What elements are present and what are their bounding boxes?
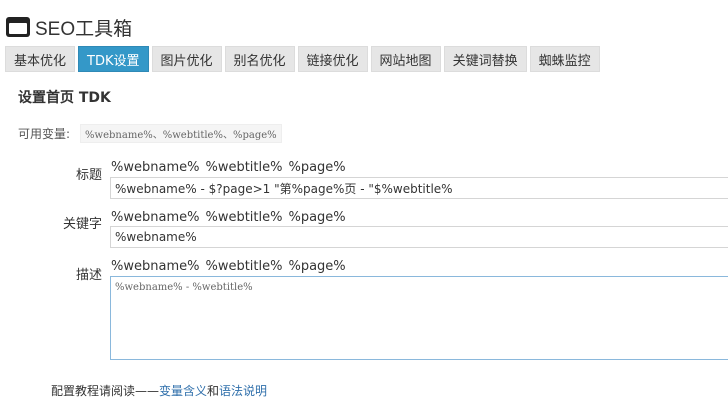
available-variables-code: %webname%、%webtitle%、%page%	[80, 124, 282, 143]
tab-basic-optimization[interactable]: 基本优化	[5, 46, 76, 72]
app-header: SEO工具箱	[6, 14, 132, 40]
description-chip-webtitle[interactable]: %webtitle%	[205, 259, 282, 274]
description-chip-page[interactable]: %page%	[288, 259, 345, 274]
description-label: 描述	[75, 268, 102, 283]
tab-tdk-settings[interactable]: TDK设置	[78, 46, 149, 72]
description-variable-chips: %webname% %webtitle% %page%	[111, 259, 346, 274]
tab-image-optimization[interactable]: 图片优化	[151, 46, 222, 72]
title-chip-webtitle[interactable]: %webtitle%	[205, 160, 282, 175]
available-variables: 可用变量: %webname%、%webtitle%、%page%	[18, 124, 282, 143]
footer-note-prefix: 配置教程请阅读——	[51, 384, 160, 398]
keywords-chip-page[interactable]: %page%	[288, 210, 345, 225]
title-variable-chips: %webname% %webtitle% %page%	[111, 160, 346, 175]
syntax-help-link[interactable]: 语法说明	[219, 384, 267, 398]
keywords-variable-chips: %webname% %webtitle% %page%	[111, 210, 346, 225]
keywords-chip-webname[interactable]: %webname%	[111, 210, 199, 225]
tab-keyword-replace[interactable]: 关键词替换	[443, 46, 527, 72]
browser-window-icon	[6, 17, 30, 37]
keywords-input[interactable]	[110, 226, 728, 248]
title-input[interactable]	[110, 177, 728, 199]
tab-spider-monitor[interactable]: 蜘蛛监控	[529, 46, 600, 72]
section-title: 设置首页 TDK	[18, 90, 111, 106]
tab-bar: 基本优化 TDK设置 图片优化 别名优化 链接优化 网站地图 关键词替换 蜘蛛监…	[5, 46, 600, 72]
variable-meaning-link[interactable]: 变量含义	[159, 384, 207, 398]
tab-alias-optimization[interactable]: 别名优化	[224, 46, 295, 72]
footer-note: 配置教程请阅读——变量含义和语法说明	[51, 382, 267, 399]
title-chip-webname[interactable]: %webname%	[111, 160, 199, 175]
tab-link-optimization[interactable]: 链接优化	[297, 46, 368, 72]
description-chip-webname[interactable]: %webname%	[111, 259, 199, 274]
footer-note-and: 和	[207, 384, 220, 398]
title-label: 标题	[75, 168, 102, 183]
keywords-chip-webtitle[interactable]: %webtitle%	[205, 210, 282, 225]
app-title: SEO工具箱	[35, 18, 133, 40]
description-textarea[interactable]: %webname% - %webtitle%	[110, 276, 728, 360]
title-chip-page[interactable]: %page%	[288, 160, 345, 175]
tab-sitemap[interactable]: 网站地图	[370, 46, 441, 72]
keywords-label: 关键字	[62, 217, 102, 232]
available-variables-label: 可用变量:	[18, 127, 71, 141]
